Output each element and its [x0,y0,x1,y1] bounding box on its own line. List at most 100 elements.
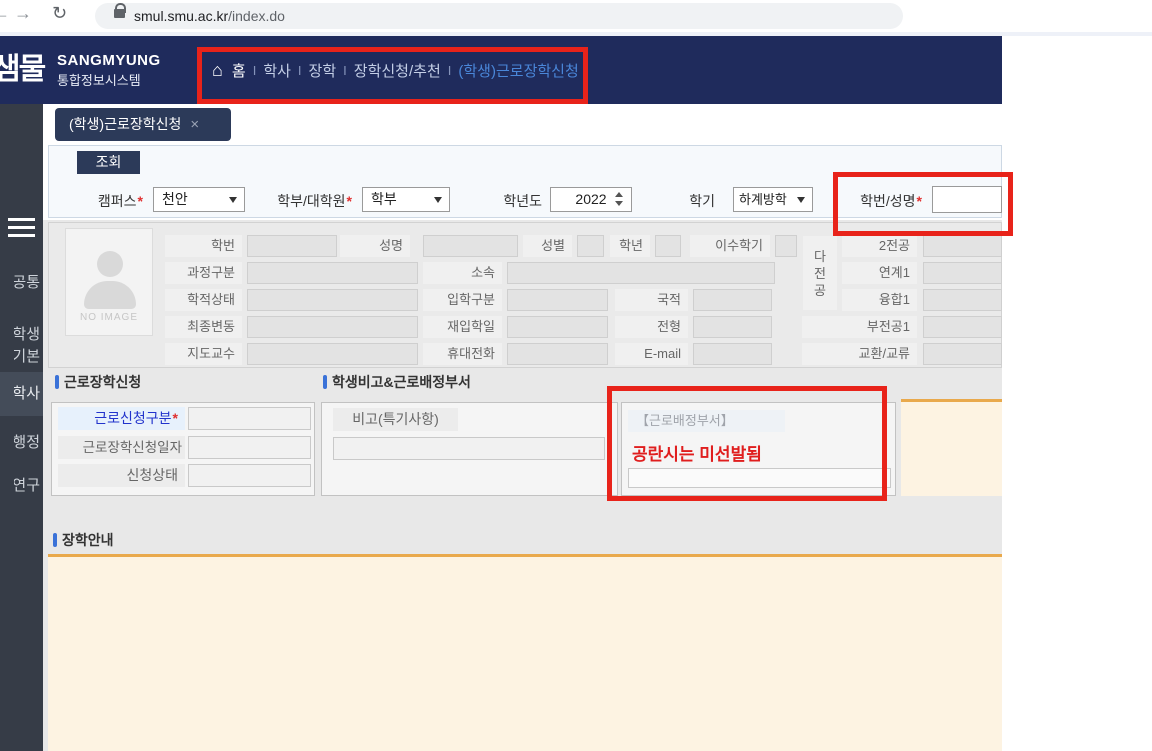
url-text[interactable]: smul.smu.ac.kr/index.do [134,3,285,29]
field-grade[interactable] [655,235,681,257]
field-convergence1[interactable] [923,289,1002,311]
label-screening: 전형 [615,316,688,338]
field-completed-terms[interactable] [775,235,797,257]
forward-icon[interactable]: → [14,3,32,24]
required-asterisk: * [917,193,922,209]
assigned-dept-title: 【근로배정부서】 [628,410,785,432]
required-asterisk: * [347,193,352,209]
field-enrollment-status[interactable] [247,289,418,311]
required-asterisk: * [173,410,178,426]
hamburger-icon[interactable] [8,218,35,240]
label-note: 비고(특기사항) [333,408,458,431]
sidebar-item-haksa[interactable]: 학사 [14,383,43,405]
work-study-section-title: 근로장학신청 [64,374,141,390]
label-course-type: 과정구분 [165,262,242,284]
info-side-panel [901,399,1002,496]
label-convergence1: 융합1 [842,289,917,311]
section-bar-icon [323,375,327,389]
label-enrollment-status: 학적상태 [165,289,242,311]
field-screening[interactable] [693,316,772,338]
year-label: 학년도 [482,190,542,214]
field-gender[interactable] [577,235,604,257]
field-minor1[interactable] [923,316,1002,338]
label-linked1: 연계1 [842,262,917,284]
menu-item-active[interactable]: (학생)근로장학신청 [458,60,578,81]
close-icon[interactable]: × [190,116,199,133]
label-last-change: 최종변동 [165,316,242,338]
person-icon [97,251,123,277]
field-request-type[interactable] [188,407,311,430]
scholarship-info-panel [48,554,1002,751]
label-mobile: 휴대전화 [423,343,502,365]
field-apply-date[interactable] [188,436,311,459]
semester-select[interactable]: 하계방학 [733,187,813,212]
student-no-name-input[interactable] [932,186,1002,213]
sidebar-item-haksa-active[interactable]: 학사 [0,372,43,416]
field-affiliation[interactable] [507,262,775,284]
required-asterisk: * [138,193,143,209]
field-mobile[interactable] [507,343,608,365]
menu-item-haksa[interactable]: 학사 [263,60,291,81]
dept-warning-text: 공란시는 미선발됨 [632,440,762,465]
field-linked1[interactable] [923,262,1002,284]
field-last-change[interactable] [247,316,418,338]
field-note[interactable] [333,437,605,460]
sidebar-item-student[interactable]: 학생 [14,324,43,346]
field-name[interactable] [423,235,518,257]
field-second-major[interactable] [923,235,1002,257]
spinner-arrows-icon[interactable] [615,192,623,206]
label-student-id: 학번 [165,235,242,257]
back-icon[interactable]: ← [0,3,10,24]
semester-label: 학기 [666,190,715,214]
sidebar-item-research[interactable]: 연구 [14,475,43,497]
label-completed-terms: 이수학기 [690,235,770,257]
breadcrumb: ⌂ 홈 I 학사 I 장학 I 장학신청/추천 I (학생)근로장학신청 [212,36,579,104]
division-select[interactable]: 학부 [362,187,450,212]
reload-icon[interactable]: ↻ [52,3,67,24]
label-name: 성명 [340,235,410,257]
field-nationality[interactable] [693,289,772,311]
label-gender: 성별 [523,235,572,257]
field-advisor[interactable] [247,343,418,365]
year-spinner[interactable]: 2022 [550,187,632,212]
field-email[interactable] [693,343,772,365]
home-icon[interactable]: ⌂ [212,60,223,81]
field-assigned-dept[interactable] [628,468,891,488]
campus-select[interactable]: 천안 [153,187,245,212]
field-course-type[interactable] [247,262,418,284]
search-button[interactable]: 조회 [77,151,140,174]
field-readmission-date[interactable] [507,316,608,338]
field-exchange[interactable] [923,343,1002,365]
menu-home[interactable]: 홈 [232,60,246,81]
menu-item-janghak[interactable]: 장학 [309,60,337,81]
menu-separator: I [448,63,452,78]
label-request-type: 근로신청구분* [58,407,185,430]
remarks-section-title: 학생비고&근로배정부서 [332,374,471,390]
url-host: smul.smu.ac.kr [134,8,228,24]
chevron-down-icon [797,197,805,203]
url-path: /index.do [228,8,285,24]
label-readmission-date: 재입학일 [423,316,502,338]
section-bar-icon [53,533,57,547]
logo-symbol: 샘물 [0,44,44,88]
label-exchange: 교환/교류 [802,343,917,365]
chevron-down-icon [229,197,237,203]
field-student-id[interactable] [247,235,337,257]
label-nationality: 국적 [615,289,688,311]
app-header: 샘물 SANGMYUNG 통합정보시스템 ⌂ 홈 I 학사 I 장학 I 장학신… [0,36,1002,104]
sidebar-item-common[interactable]: 공통 [14,272,43,294]
sidebar-item-admin[interactable]: 행정 [14,432,43,454]
chevron-down-icon [434,197,442,203]
field-apply-status[interactable] [188,464,311,487]
field-admission-type[interactable] [507,289,608,311]
label-advisor: 지도교수 [165,343,242,365]
sidebar: 공통 학생 기본 학사 행정 연구 [0,104,43,751]
label-grade: 학년 [610,235,650,257]
label-multi-major: 다전공 [803,236,837,310]
logo-name: SANGMYUNG [57,52,161,69]
scholarship-info-title: 장학안내 [62,532,114,548]
sidebar-item-student-basic[interactable]: 기본 [14,346,43,368]
menu-item-apply-recommend[interactable]: 장학신청/추천 [354,60,441,81]
page-tab[interactable]: (학생)근로장학신청× [55,108,231,141]
campus-label: 캠퍼스* [75,190,143,214]
